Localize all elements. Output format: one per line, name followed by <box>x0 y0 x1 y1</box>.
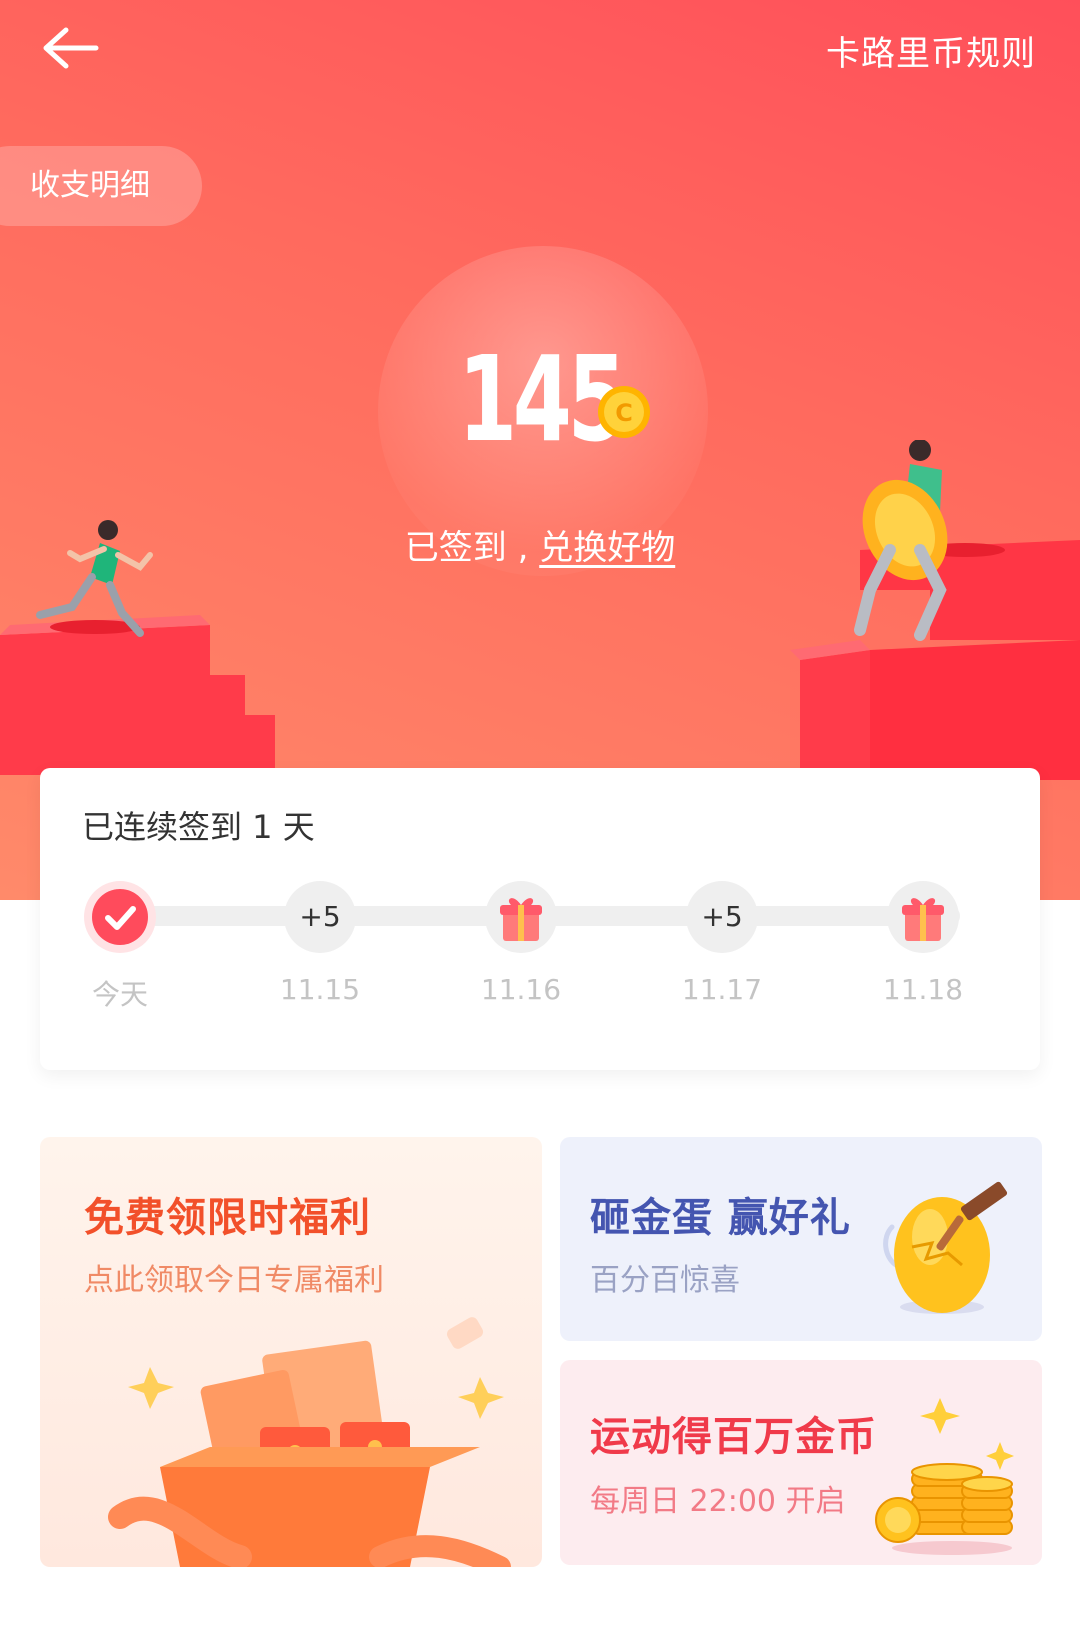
free-benefits-card[interactable]: 免费领限时福利 点此领取今日专属福利 <box>40 1137 542 1567</box>
free-benefits-subtitle: 点此领取今日专属福利 <box>84 1263 384 1298</box>
checkin-streak-title: 已连续签到 1 天 <box>82 808 315 846</box>
exchange-link[interactable]: 兑换好物 <box>539 528 675 568</box>
checkin-day-label: 今天 <box>91 978 148 1011</box>
checkin-day-label: 11.15 <box>279 973 361 1006</box>
sport-coins-subtitle: 每周日 22:00 开启 <box>590 1484 846 1519</box>
checkin-day-today[interactable] <box>84 881 156 953</box>
coin-stack-icon <box>875 1398 1014 1555</box>
checkin-day-gift[interactable] <box>485 881 557 953</box>
back-button[interactable] <box>38 26 102 70</box>
checkin-day-reward[interactable]: +5 <box>284 881 356 953</box>
checkin-card: 已连续签到 1 天 +5 +5 今天 11.15 11.16 11.17 11.… <box>40 768 1040 1070</box>
signed-text: 已签到 , <box>404 528 540 568</box>
sport-coins-card[interactable]: 运动得百万金币 每周日 22:00 开启 <box>560 1360 1042 1565</box>
checkin-day-reward[interactable]: +5 <box>686 881 758 953</box>
checkin-day-label: 11.16 <box>480 973 562 1006</box>
sport-coins-title: 运动得百万金币 <box>590 1414 877 1460</box>
free-benefits-title: 免费领限时福利 <box>84 1195 371 1241</box>
gift-box-illustration <box>108 1317 511 1567</box>
gift-icon <box>902 898 944 941</box>
golden-egg-icon <box>883 1181 1008 1314</box>
checkin-day-label: 11.18 <box>882 973 964 1006</box>
runner-illustration <box>0 520 275 775</box>
arrow-left-icon <box>43 27 99 69</box>
gift-icon <box>500 898 542 941</box>
hero-banner: 卡路里币规则 收支明细 145 C 已签到 , 兑换好物 <box>0 0 1080 900</box>
rules-link[interactable]: 卡路里币规则 <box>826 26 1036 75</box>
golden-egg-subtitle: 百分百惊喜 <box>590 1263 740 1298</box>
ledger-button[interactable]: 收支明细 <box>0 146 202 226</box>
golden-egg-card[interactable]: 砸金蛋 赢好礼 百分百惊喜 <box>560 1137 1042 1341</box>
checkin-day-gift[interactable] <box>887 881 959 953</box>
checkmark-icon <box>105 906 136 930</box>
golden-egg-title: 砸金蛋 赢好礼 <box>590 1195 851 1241</box>
checkin-day-label: 11.17 <box>681 973 763 1006</box>
coin-carrier-illustration <box>790 440 1080 780</box>
svg-text:C: C <box>615 399 633 427</box>
coin-icon: C <box>598 386 650 438</box>
